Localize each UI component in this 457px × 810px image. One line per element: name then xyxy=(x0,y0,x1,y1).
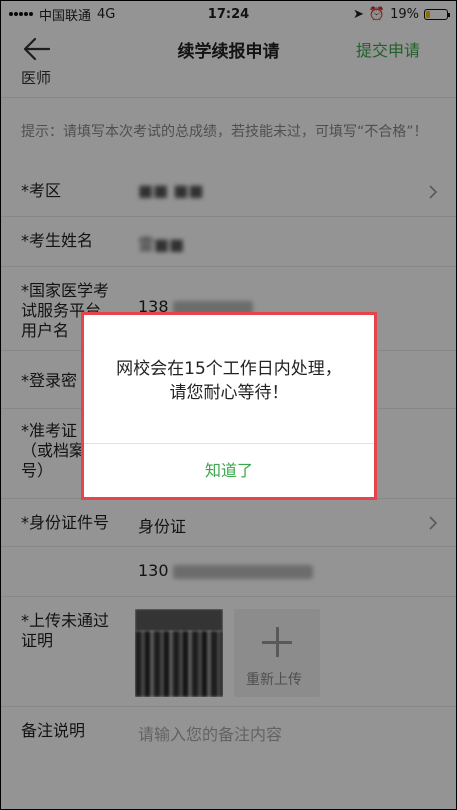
dialog-divider xyxy=(84,443,374,444)
notice-dialog: 网校会在15个工作日内处理， 请您耐心等待！ 知道了 xyxy=(81,312,377,500)
dialog-message: 网校会在15个工作日内处理， 请您耐心等待！ xyxy=(84,357,374,405)
dialog-message-line: 请您耐心等待！ xyxy=(169,383,289,403)
dialog-message-line: 网校会在15个工作日内处理， xyxy=(116,359,342,379)
app-screen: 中国联通 4G 17:24 ➤ ⏰ 19% 续学续报申请 提交申请 医师 提示：… xyxy=(0,0,457,810)
acknowledge-button[interactable]: 知道了 xyxy=(84,445,374,497)
